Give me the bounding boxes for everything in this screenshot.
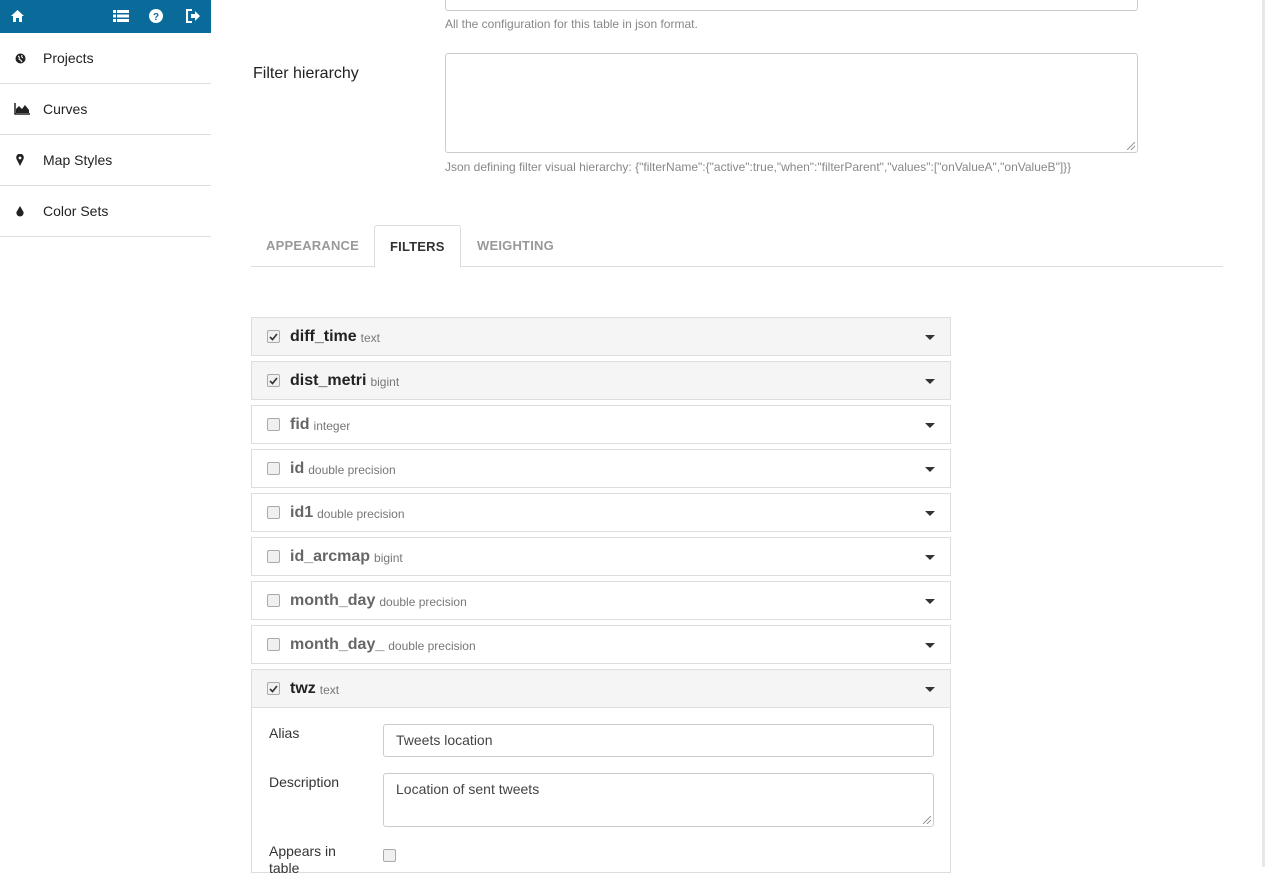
filter-checkbox[interactable] <box>267 638 280 651</box>
filter-type: double precision <box>317 507 405 521</box>
home-icon[interactable] <box>9 8 25 24</box>
filter-row-dist-metri[interactable]: dist_metri bigint <box>251 361 951 400</box>
filter-name: fid <box>290 415 310 433</box>
caret-down-icon[interactable] <box>925 335 935 340</box>
list-icon[interactable] <box>113 8 129 24</box>
description-label: Description <box>269 774 340 790</box>
filter-name: twz <box>290 679 316 697</box>
filter-checkbox[interactable] <box>267 594 280 607</box>
caret-down-icon[interactable] <box>925 643 935 648</box>
sidebar-item-label: Map Styles <box>43 152 113 168</box>
filter-name: dist_metri <box>290 371 367 389</box>
filter-type: integer <box>313 419 351 433</box>
appears-in-label-line-1: Appears in <box>269 843 336 859</box>
appears-in-table-label: Appears in table <box>269 843 336 877</box>
filter-checkbox[interactable] <box>267 506 280 519</box>
sidebar-item-label: Projects <box>43 50 94 66</box>
filter-type: bigint <box>370 375 400 389</box>
filter-row-month-day-underscore[interactable]: month_day_ double precision <box>251 625 951 664</box>
sidebar-item-projects[interactable]: Projects <box>0 33 211 84</box>
appears-in-label-line-2: table <box>269 860 300 876</box>
filter-name: month_day_ <box>290 635 385 653</box>
appears-in-table-checkbox[interactable] <box>383 849 396 862</box>
filter-row-id1[interactable]: id1 double precision <box>251 493 951 532</box>
filter-checkbox[interactable] <box>267 374 280 387</box>
help-icon[interactable]: ? <box>148 8 164 24</box>
caret-down-icon[interactable] <box>925 423 935 428</box>
filter-checkbox[interactable] <box>267 550 280 563</box>
filter-name: month_day <box>290 591 376 609</box>
svg-text:?: ? <box>153 12 159 23</box>
resize-grip-icon[interactable] <box>923 816 931 824</box>
filter-row-id-arcmap[interactable]: id_arcmap bigint <box>251 537 951 576</box>
sidebar-item-curves[interactable]: Curves <box>0 84 211 135</box>
filter-type: double precision <box>388 639 476 653</box>
caret-up-icon[interactable] <box>925 687 935 692</box>
filter-hierarchy-help-text: Json defining filter visual hierarchy: {… <box>445 160 1072 174</box>
top-toolbar: ? <box>0 0 211 33</box>
config-json-textarea[interactable] <box>445 0 1138 11</box>
caret-down-icon[interactable] <box>925 555 935 560</box>
description-value: Location of sent tweets <box>396 781 540 797</box>
filter-hierarchy-label: Filter hierarchy <box>253 65 359 82</box>
area-chart-icon <box>14 103 30 115</box>
sidebar-item-map-styles[interactable]: Map Styles <box>0 135 211 186</box>
caret-down-icon[interactable] <box>925 379 935 384</box>
tab-weighting[interactable]: WEIGHTING <box>462 225 569 267</box>
tint-icon <box>14 205 26 217</box>
filter-checkbox[interactable] <box>267 462 280 475</box>
filter-checkbox[interactable] <box>267 682 280 695</box>
sidebar: ? Projects Curves Map Styles Color Sets <box>0 0 211 867</box>
filter-name: id_arcmap <box>290 547 371 565</box>
caret-down-icon[interactable] <box>925 599 935 604</box>
filter-name: id <box>290 459 305 477</box>
sidebar-item-color-sets[interactable]: Color Sets <box>0 186 211 237</box>
resize-grip-icon[interactable] <box>1127 142 1135 150</box>
filter-name: id1 <box>290 503 314 521</box>
filter-type: double precision <box>308 463 396 477</box>
description-textarea[interactable]: Location of sent tweets <box>383 773 934 827</box>
filter-checkbox[interactable] <box>267 418 280 431</box>
filter-row-month-day[interactable]: month_day double precision <box>251 581 951 620</box>
map-marker-icon <box>14 154 26 166</box>
alias-input[interactable]: Tweets location <box>383 724 934 757</box>
caret-down-icon[interactable] <box>925 467 935 472</box>
tab-appearance[interactable]: APPEARANCE <box>251 225 374 267</box>
main-content: All the configuration for this table in … <box>211 0 1265 876</box>
filter-row-id[interactable]: id double precision <box>251 449 951 488</box>
alias-label: Alias <box>269 725 300 741</box>
logout-icon[interactable] <box>185 8 201 24</box>
caret-down-icon[interactable] <box>925 511 935 516</box>
filter-row-fid[interactable]: fid integer <box>251 405 951 444</box>
sidebar-item-label: Color Sets <box>43 203 109 219</box>
filter-row-twz[interactable]: twz text <box>251 669 951 708</box>
filter-type: text <box>319 683 340 697</box>
filters-list: diff_time text dist_metri bigint fid int… <box>251 317 951 876</box>
tab-filters[interactable]: FILTERS <box>374 225 461 268</box>
filter-name: diff_time <box>290 327 357 345</box>
filter-type: text <box>360 331 381 345</box>
filter-checkbox[interactable] <box>267 330 280 343</box>
filter-type: double precision <box>379 595 467 609</box>
tab-bar: APPEARANCE FILTERS WEIGHTING <box>251 225 1223 268</box>
filter-details-panel: Alias Tweets location Description Locati… <box>251 708 951 876</box>
filter-row-diff-time[interactable]: diff_time text <box>251 317 951 356</box>
globe-icon <box>14 52 26 64</box>
sidebar-item-label: Curves <box>43 101 88 117</box>
config-help-text: All the configuration for this table in … <box>445 17 698 31</box>
filter-type: bigint <box>374 551 403 565</box>
filter-hierarchy-textarea[interactable] <box>445 53 1138 153</box>
